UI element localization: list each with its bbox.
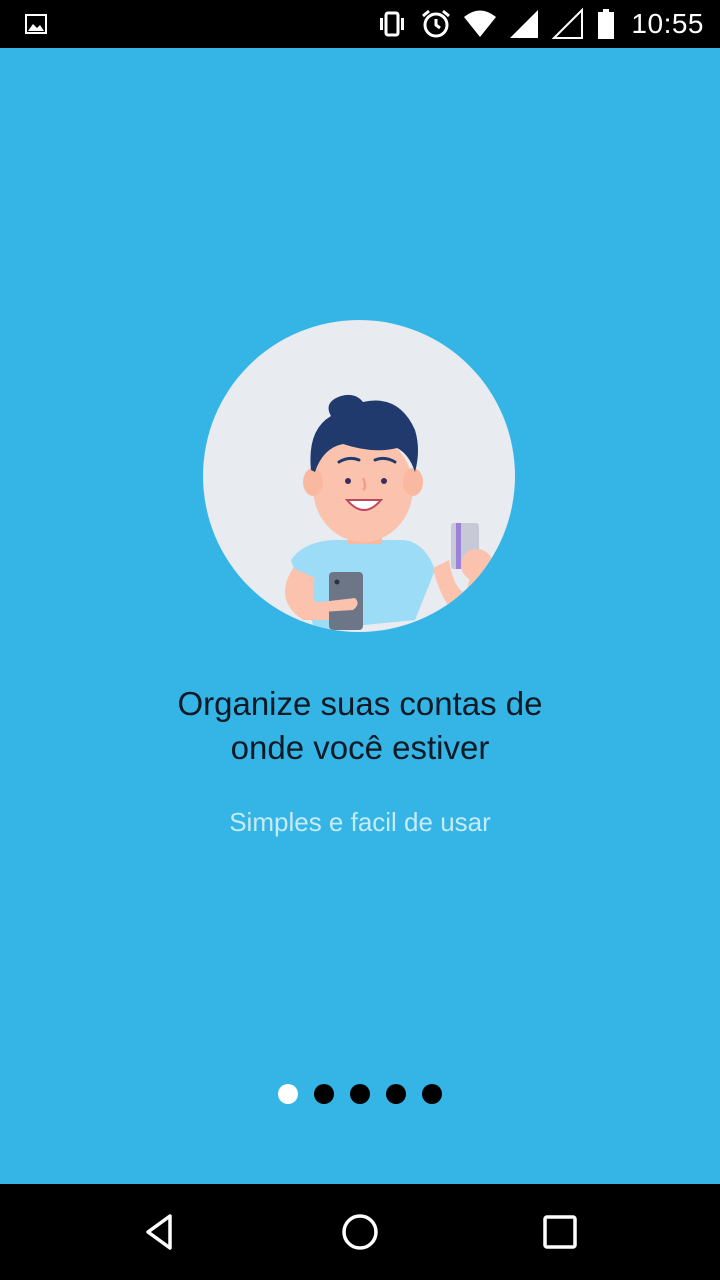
status-time: 10:55 (631, 8, 704, 39)
page-dot-1[interactable] (278, 1084, 298, 1104)
onboarding-screen: 10:55 Organize suas contas de onde você … (0, 0, 720, 1280)
person-with-phone-and-card-illustration (203, 320, 515, 632)
status-icons: 10:55 (375, 0, 704, 48)
recents-button[interactable] (536, 1208, 584, 1256)
wifi-icon (463, 7, 497, 41)
battery-icon (595, 7, 617, 41)
vibrate-icon (375, 7, 409, 41)
page-dot-5[interactable] (422, 1084, 442, 1104)
image-notification-icon (25, 14, 47, 34)
back-icon (146, 1214, 172, 1250)
signal-empty-icon (551, 7, 585, 41)
back-button[interactable] (136, 1208, 184, 1256)
home-button[interactable] (336, 1208, 384, 1256)
status-bar: 10:55 (0, 0, 720, 48)
onboarding-subtitle: Simples e facil de usar (229, 807, 491, 837)
page-dot-4[interactable] (386, 1084, 406, 1104)
signal-icon (507, 7, 541, 41)
page-dot-2[interactable] (314, 1084, 334, 1104)
navigation-bar (0, 1184, 720, 1280)
recents-icon (543, 1215, 577, 1249)
onboarding-headline: Organize suas contas de onde você estive… (177, 685, 543, 766)
home-icon (342, 1214, 378, 1250)
alarm-icon (419, 7, 453, 41)
page-indicator (0, 1084, 720, 1104)
page-dot-3[interactable] (350, 1084, 370, 1104)
